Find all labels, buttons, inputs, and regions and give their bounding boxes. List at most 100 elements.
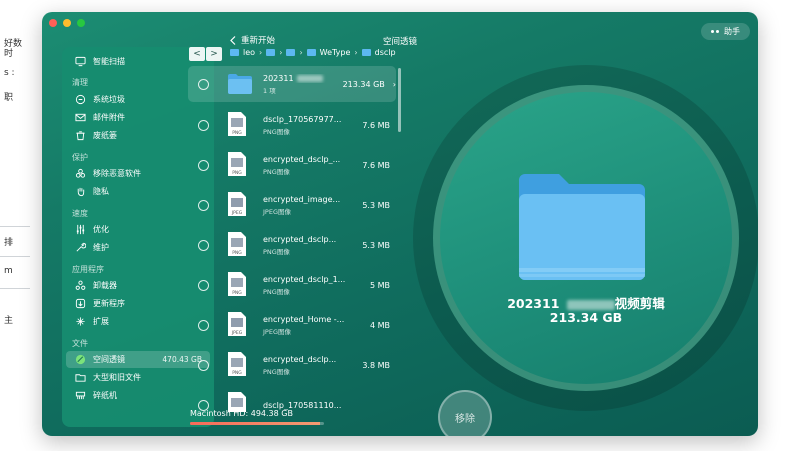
- folder-icon: [74, 372, 86, 384]
- file-subtitle: JPEG图像: [263, 327, 291, 336]
- bg-divider: [0, 226, 30, 227]
- sidebar-item-label: 移除恶意软件: [93, 169, 141, 178]
- assistant-label: 助手: [724, 27, 740, 36]
- chevron-right-icon: ›: [259, 48, 263, 57]
- png-file-icon: PNG: [227, 151, 253, 179]
- window-title: 空间透镜: [382, 37, 417, 47]
- restart-button[interactable]: 重新开始: [230, 34, 275, 46]
- sidebar-item-label: 维护: [93, 243, 109, 252]
- sidebar-section-applications: 应用程序: [72, 265, 104, 274]
- select-radio[interactable]: [198, 319, 209, 331]
- select-radio[interactable]: [198, 119, 209, 131]
- sidebar-section-clean: 清理: [72, 78, 88, 87]
- chevron-right-icon: ›: [354, 48, 358, 57]
- mail-icon: [74, 112, 86, 124]
- app-window: 重新开始 空间透镜 助手 智能扫描 清理 系统垃圾 邮件附件 废纸篓 保护 移除…: [42, 12, 758, 436]
- select-radio[interactable]: [198, 239, 209, 251]
- nav-arrows: < >: [189, 47, 222, 61]
- assistant-dots-icon: [711, 30, 719, 33]
- redacted-text: [296, 74, 323, 82]
- svg-text:PNG: PNG: [232, 250, 242, 256]
- list-item[interactable]: JPEG encrypted_image... JPEG图像 5.3 MB: [188, 186, 396, 224]
- select-radio[interactable]: [198, 279, 209, 291]
- space-lens-icon: [74, 354, 86, 366]
- sidebar-item-label: 优化: [93, 225, 109, 234]
- file-subtitle: 1 项: [263, 86, 276, 95]
- list-item[interactable]: PNG encrypted_dsclp... PNG图像 5.3 MB: [188, 226, 396, 264]
- list-item[interactable]: PNG encrypted_dsclp_1... PNG图像 5 MB: [188, 266, 396, 304]
- uninstaller-icon: [74, 280, 86, 292]
- jpeg-file-icon: JPEG: [227, 191, 253, 219]
- sidebar-item-label: 系统垃圾: [93, 95, 125, 104]
- folder-icon: [230, 49, 239, 56]
- list-item[interactable]: PNG encrypted_dsclp_... PNG图像 7.6 MB: [188, 146, 396, 184]
- breadcrumb-item[interactable]: leo: [243, 48, 255, 57]
- sidebar-item-label: 废纸篓: [93, 131, 117, 140]
- jpeg-file-icon: JPEG: [227, 311, 253, 339]
- sidebar-item-label: 隐私: [93, 187, 109, 196]
- png-file-icon: PNG: [227, 111, 253, 139]
- sidebar-section-speed: 速度: [72, 209, 88, 218]
- file-name: encrypted_dsclp_1...: [263, 274, 345, 284]
- select-radio[interactable]: [198, 78, 209, 90]
- svg-text:PNG: PNG: [232, 290, 242, 296]
- sidebar-item-label: 碎纸机: [93, 391, 117, 400]
- chevron-right-icon[interactable]: ›: [393, 80, 396, 89]
- bg-text: m: [4, 266, 13, 276]
- file-name: encrypted_dsclp...: [263, 354, 337, 364]
- list-item[interactable]: PNG dsclp_170567977... PNG图像 7.6 MB: [188, 106, 396, 144]
- list-item[interactable]: PNG encrypted_dsclp... PNG图像 3.8 MB: [188, 346, 396, 384]
- minimize-window-button[interactable]: [63, 19, 71, 27]
- sliders-icon: [74, 224, 86, 236]
- bg-divider: [0, 288, 30, 289]
- bg-text: 主: [4, 316, 14, 326]
- breadcrumb-item[interactable]: dsclp: [375, 48, 396, 57]
- file-name: encrypted_image...: [263, 194, 341, 204]
- forward-nav-button[interactable]: >: [206, 47, 222, 61]
- select-radio[interactable]: [198, 159, 209, 171]
- disk-label: Macintosh HD: 494.38 GB: [190, 409, 293, 418]
- monitor-icon: [74, 56, 86, 68]
- file-size: 7.6 MB: [362, 120, 390, 130]
- file-size: 7.6 MB: [362, 160, 390, 170]
- chevron-right-icon: ›: [279, 48, 283, 57]
- biohazard-icon: [74, 168, 86, 180]
- png-file-icon: PNG: [227, 271, 253, 299]
- select-radio[interactable]: [198, 359, 209, 371]
- folder-icon: [361, 49, 371, 56]
- shredder-icon: [74, 390, 86, 402]
- wrench-icon: [74, 242, 86, 254]
- list-item[interactable]: 202311 1 项 213.34 GB ›: [188, 66, 396, 102]
- extensions-icon: [74, 316, 86, 328]
- folder-icon: [306, 49, 316, 56]
- bg-text: s :: [4, 68, 15, 78]
- remove-button[interactable]: 移除: [438, 390, 492, 436]
- select-radio[interactable]: [198, 199, 209, 211]
- back-nav-button[interactable]: <: [189, 47, 205, 61]
- selected-item-size: 213.34 GB: [549, 310, 623, 325]
- close-window-button[interactable]: [49, 19, 57, 27]
- assistant-button[interactable]: 助手: [701, 23, 750, 40]
- sidebar-section-files: 文件: [72, 339, 88, 348]
- bg-text: 时: [4, 49, 14, 59]
- sidebar-item-label: 更新程序: [93, 299, 125, 308]
- file-size: 3.8 MB: [362, 360, 390, 370]
- sidebar-item-label: 卸载器: [93, 281, 117, 290]
- folder-icon[interactable]: [266, 49, 276, 56]
- sidebar-item-label: 空间透镜: [93, 355, 125, 364]
- list-item[interactable]: JPEG encrypted_Home -... JPEG图像 4 MB: [188, 306, 396, 344]
- file-size: 5 MB: [369, 280, 390, 290]
- folder-icon: [227, 70, 253, 98]
- file-subtitle: PNG图像: [263, 247, 290, 256]
- folder-icon[interactable]: [286, 49, 296, 56]
- breadcrumb: leo › › › WeType › dsclp: [230, 48, 396, 57]
- trash-icon: [74, 130, 86, 142]
- svg-text:PNG: PNG: [232, 170, 242, 176]
- breadcrumb-item[interactable]: WeType: [320, 48, 351, 57]
- file-list: 202311 1 项 213.34 GB › PNG dsclp_1705679…: [188, 64, 396, 412]
- sidebar-item-label: 大型和旧文件: [93, 373, 141, 382]
- list-scrollbar[interactable]: [398, 68, 401, 132]
- zoom-window-button[interactable]: [77, 19, 85, 27]
- file-name: encrypted_Home -...: [263, 314, 345, 324]
- file-name: 202311: [263, 74, 340, 83]
